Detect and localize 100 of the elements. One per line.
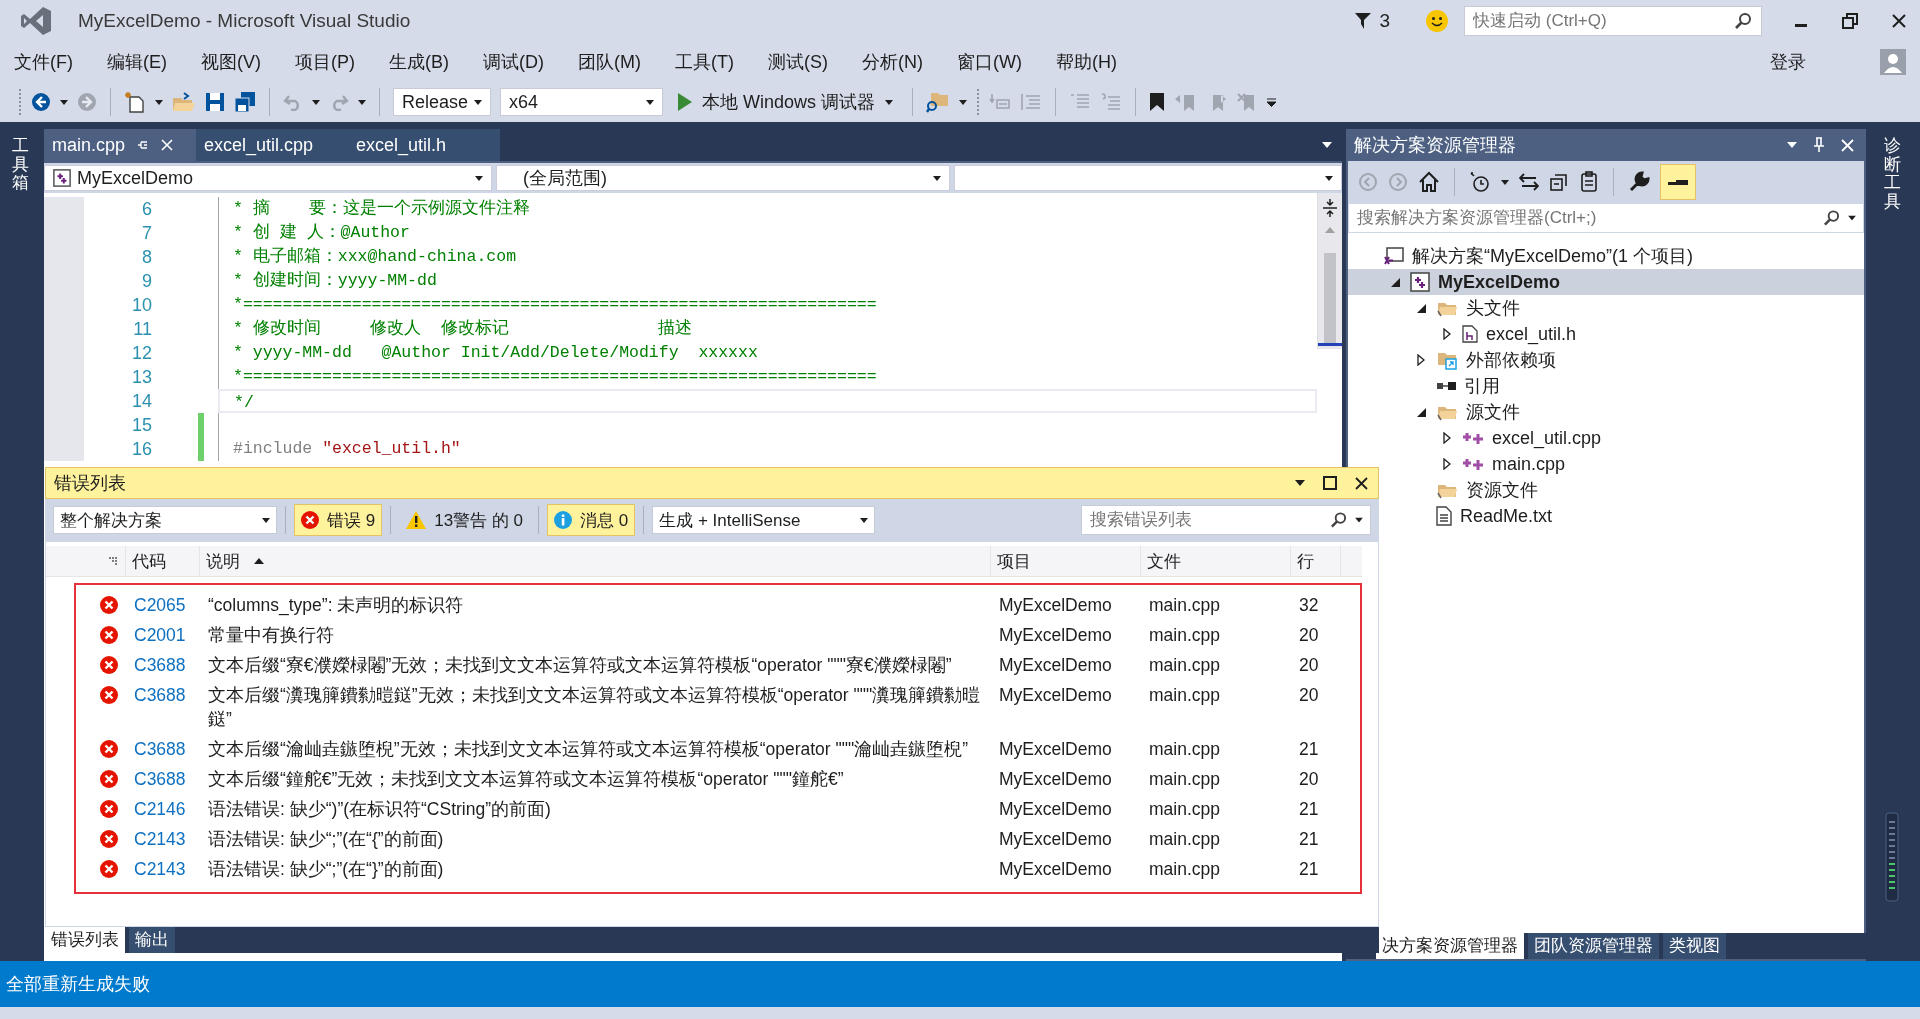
column-options-icon[interactable]: [109, 557, 117, 565]
tree-item[interactable]: excel_util.cpp: [1348, 425, 1612, 451]
expanded-arrow-icon[interactable]: [1416, 407, 1426, 417]
source-dropdown[interactable]: 生成 + IntelliSense: [652, 506, 876, 534]
panel-tab[interactable]: 类视图: [1663, 933, 1726, 959]
caret-icon[interactable]: [1355, 517, 1363, 523]
menu-item[interactable]: 窗口(W): [956, 50, 1022, 74]
sync-icon[interactable]: [1519, 172, 1539, 192]
save-all-icon[interactable]: [234, 91, 256, 113]
collapsed-arrow-icon[interactable]: [1443, 458, 1451, 470]
overflow-icon[interactable]: [1267, 97, 1277, 107]
error-code-link[interactable]: C2143: [128, 857, 202, 881]
expanded-arrow-icon[interactable]: [1416, 303, 1426, 313]
sign-in-link[interactable]: 登录: [1770, 50, 1806, 74]
menu-item[interactable]: 团队(M): [578, 50, 641, 74]
wrench-icon[interactable]: [1628, 171, 1650, 193]
split-icon[interactable]: [1323, 199, 1337, 217]
scope-dropdown[interactable]: (全局范围): [496, 165, 950, 191]
search-field[interactable]: 搜索解决方案资源管理器(Ctrl+;): [1348, 203, 1864, 233]
column-header[interactable]: 说明: [200, 546, 991, 576]
search-field[interactable]: 搜索错误列表: [1081, 505, 1371, 535]
tree-item[interactable]: MyExcelDemo: [1348, 269, 1864, 295]
panel-tab[interactable]: 决方案资源管理器: [1376, 933, 1524, 959]
pin-icon[interactable]: [1813, 137, 1825, 153]
column-header[interactable]: 代码: [126, 546, 200, 576]
dropdown-icon[interactable]: [1295, 480, 1305, 486]
quick-launch-field[interactable]: 快速启动 (Ctrl+Q): [1464, 6, 1762, 36]
tree-item[interactable]: 外部依赖项: [1348, 347, 1566, 373]
menu-item[interactable]: 分析(N): [861, 50, 923, 74]
column-header[interactable]: 行: [1291, 546, 1341, 576]
error-code-link[interactable]: C3688: [128, 737, 202, 761]
caret-icon[interactable]: [1848, 215, 1856, 221]
home-icon[interactable]: [1418, 171, 1440, 193]
panel-tab[interactable]: 输出: [129, 927, 175, 953]
dropdown-icon[interactable]: [1787, 142, 1797, 148]
pin-icon[interactable]: [137, 139, 150, 151]
avatar-icon[interactable]: [1880, 49, 1906, 75]
project-dropdown[interactable]: MyExcelDemo: [44, 165, 492, 191]
restore-icon[interactable]: [1842, 13, 1858, 29]
bookmark-icon[interactable]: [1149, 92, 1166, 112]
error-code-link[interactable]: C3688: [128, 653, 202, 677]
expanded-arrow-icon[interactable]: [1390, 277, 1400, 287]
tree-item[interactable]: 资源文件: [1348, 477, 1548, 503]
close-icon[interactable]: [1892, 14, 1906, 28]
filter-button[interactable]: 消息 0: [547, 504, 636, 536]
file-tab[interactable]: main.cpp: [44, 129, 196, 161]
menu-item[interactable]: 编辑(E): [107, 50, 167, 74]
maximize-icon[interactable]: [1323, 476, 1337, 490]
collapse-all-icon[interactable]: [1549, 172, 1569, 192]
configuration-dropdown[interactable]: Release: [393, 88, 491, 116]
collapsed-arrow-icon[interactable]: [1443, 432, 1451, 444]
column-header[interactable]: 项目: [991, 546, 1141, 576]
back-icon[interactable]: [31, 92, 51, 112]
tree-item[interactable]: 头文件: [1348, 295, 1530, 321]
collapsed-arrow-icon[interactable]: [1443, 328, 1451, 340]
menu-item[interactable]: 帮助(H): [1055, 50, 1117, 74]
collapsed-arrow-icon[interactable]: [1417, 354, 1425, 366]
notification-count[interactable]: 3: [1379, 10, 1390, 32]
start-debugger-button[interactable]: 本地 Windows 调试器: [672, 90, 900, 114]
filter-icon[interactable]: [1355, 12, 1372, 30]
menu-item[interactable]: 调试(D): [483, 50, 544, 74]
scrollbar[interactable]: [1317, 193, 1342, 349]
find-folder-icon[interactable]: [926, 91, 951, 113]
error-code-link[interactable]: C3688: [128, 767, 202, 791]
tree-item[interactable]: excel_util.h: [1348, 321, 1587, 347]
filter-button[interactable]: 13警告 的 0: [399, 504, 530, 536]
panel-tab[interactable]: 错误列表: [45, 927, 125, 953]
dropdown-icon[interactable]: [1322, 142, 1332, 148]
menu-item[interactable]: 文件(F): [14, 50, 73, 74]
error-code-link[interactable]: C3688: [128, 683, 202, 707]
history-icon[interactable]: [1469, 171, 1491, 193]
file-tab[interactable]: excel_util.cpp: [196, 129, 348, 161]
open-folder-icon[interactable]: [172, 92, 196, 112]
menu-item[interactable]: 生成(B): [389, 50, 449, 74]
tree-item[interactable]: main.cpp: [1348, 451, 1576, 477]
close-icon[interactable]: [1355, 476, 1368, 490]
menu-item[interactable]: 视图(V): [201, 50, 261, 74]
filter-button[interactable]: 错误 9: [294, 504, 383, 536]
diagnostics-tab[interactable]: 诊断工具: [1883, 137, 1901, 212]
save-icon[interactable]: [205, 92, 225, 112]
platform-dropdown[interactable]: x64: [500, 88, 663, 116]
file-tab[interactable]: excel_util.h: [348, 129, 500, 161]
scope-dropdown[interactable]: 整个解决方案: [53, 506, 277, 534]
tree-item[interactable]: 解决方案“MyExcelDemo”(1 个项目): [1348, 243, 1703, 269]
tree-item[interactable]: 源文件: [1348, 399, 1530, 425]
copy-files-icon[interactable]: [1579, 171, 1599, 193]
menu-item[interactable]: 项目(P): [295, 50, 355, 74]
scroll-thumb[interactable]: [1324, 253, 1336, 343]
error-code-link[interactable]: C2146: [128, 797, 202, 821]
tree-item[interactable]: 引用: [1348, 373, 1510, 399]
smiley-icon[interactable]: [1426, 10, 1448, 32]
panel-tab[interactable]: 团队资源管理器: [1528, 933, 1659, 959]
new-project-icon[interactable]: [124, 91, 146, 113]
menu-item[interactable]: 工具(T): [674, 50, 734, 74]
error-code-link[interactable]: C2001: [128, 623, 202, 647]
error-code-link[interactable]: C2065: [128, 593, 202, 617]
error-code-link[interactable]: C2143: [128, 827, 202, 851]
column-header[interactable]: 文件: [1141, 546, 1291, 576]
toolbox-tab[interactable]: 工具箱: [11, 137, 29, 194]
preview-toggle-button[interactable]: [1660, 164, 1696, 200]
